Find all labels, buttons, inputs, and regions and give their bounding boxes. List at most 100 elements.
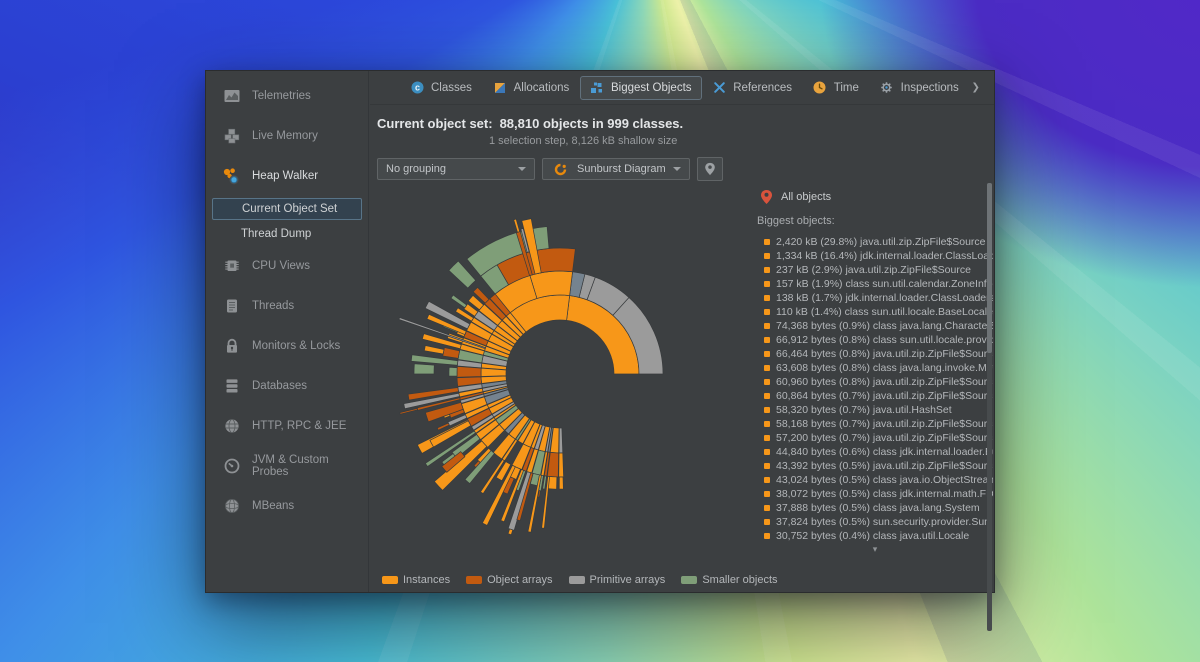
biggest-object-row[interactable]: 2,420 kB (29.8%) java.util.zip.ZipFile$S… <box>757 235 993 249</box>
legend-swatch <box>382 576 398 584</box>
sidebar-item-databases[interactable]: Databases <box>206 366 368 406</box>
sunburst-arc[interactable] <box>437 423 449 430</box>
biggest-object-label: 37,888 bytes (0.5%) class java.lang.Syst… <box>776 502 980 514</box>
biggest-objects-panel: All objects Biggest objects: 2,420 kB (2… <box>757 189 993 555</box>
biggest-object-label: 57,200 bytes (0.7%) java.util.zip.ZipFil… <box>776 432 993 444</box>
tab-classes[interactable]: cClasses <box>400 76 482 100</box>
biggest-object-row[interactable]: 37,824 bytes (0.5%) sun.security.provide… <box>757 515 993 529</box>
biggest-object-label: 66,912 bytes (0.8%) class sun.util.local… <box>776 334 993 346</box>
biggest-object-row[interactable]: 30,752 bytes (0.4%) class java.util.Loca… <box>757 529 993 543</box>
biggest-object-row[interactable]: 60,960 bytes (0.8%) java.util.zip.ZipFil… <box>757 375 993 389</box>
legend-label: Object arrays <box>487 574 552 586</box>
grouping-dropdown[interactable]: No grouping <box>377 158 535 180</box>
sidebar-item-label: Threads <box>252 300 294 312</box>
biggest-object-row[interactable]: 43,392 bytes (0.5%) java.util.zip.ZipFil… <box>757 459 993 473</box>
sunburst-arc[interactable] <box>424 346 444 354</box>
chevron-down-icon <box>518 167 526 171</box>
selection-detail: 1 selection step, 8,126 kB shallow size <box>489 135 994 147</box>
references-icon <box>712 81 726 95</box>
biggest-object-row[interactable]: 60,864 bytes (0.7%) java.util.zip.ZipFil… <box>757 389 993 403</box>
biggest-objects-heading: Biggest objects: <box>757 215 993 227</box>
sunburst-arc[interactable] <box>414 364 434 374</box>
toolbar: No grouping Sunburst Diagram <box>377 157 994 181</box>
biggest-object-row[interactable]: 110 kB (1.4%) class sun.util.locale.Base… <box>757 305 993 319</box>
biggest-object-row[interactable]: 138 kB (1.7%) jdk.internal.loader.ClassL… <box>757 291 993 305</box>
legend-item-smaller-objects: Smaller objects <box>681 574 777 586</box>
sidebar-item-http-rpc-jee[interactable]: HTTP, RPC & JEE <box>206 406 368 446</box>
sunburst-chart[interactable] <box>355 179 765 569</box>
sidebar-item-thread-dump[interactable]: Thread Dump <box>206 221 368 246</box>
object-bullet-icon <box>764 281 770 287</box>
sunburst-arc[interactable] <box>400 408 418 414</box>
sidebar-item-telemetries[interactable]: Telemetries <box>206 76 368 116</box>
chevron-right-icon[interactable]: ❯ <box>970 82 982 93</box>
all-objects-marker[interactable]: All objects <box>757 189 993 205</box>
scroll-more-indicator[interactable]: ▾ <box>757 544 993 555</box>
tab-label: Time <box>834 82 859 94</box>
tab-biggest-objects[interactable]: Biggest Objects <box>580 76 702 100</box>
diagram-type-dropdown[interactable]: Sunburst Diagram <box>542 158 690 180</box>
pin-button[interactable] <box>697 157 723 181</box>
sidebar-item-monitors-locks[interactable]: Monitors & Locks <box>206 326 368 366</box>
object-bullet-icon <box>764 505 770 511</box>
sunburst-arc[interactable] <box>559 428 563 453</box>
sunburst-arc[interactable] <box>530 271 573 298</box>
biggest-object-row[interactable]: 38,072 bytes (0.5%) class jdk.internal.m… <box>757 487 993 501</box>
biggest-object-label: 1,334 kB (16.4%) jdk.internal.loader.Cla… <box>776 250 993 262</box>
grouping-value: No grouping <box>386 163 446 175</box>
allocations-icon <box>493 81 507 95</box>
biggest-object-label: 43,024 bytes (0.5%) class java.io.Object… <box>776 474 993 486</box>
time-icon <box>813 81 827 95</box>
sidebar-item-jvm-custom-probes[interactable]: JVM & Custom Probes <box>206 446 368 486</box>
biggest-object-label: 43,392 bytes (0.5%) java.util.zip.ZipFil… <box>776 460 993 472</box>
sidebar-item-label: MBeans <box>252 500 294 512</box>
biggest-object-row[interactable]: 63,608 bytes (0.8%) class java.lang.invo… <box>757 361 993 375</box>
sidebar-item-current-object-set[interactable]: Current Object Set <box>212 198 362 220</box>
biggest-object-row[interactable]: 157 kB (1.9%) class sun.util.calendar.Zo… <box>757 277 993 291</box>
biggest-object-row[interactable]: 43,024 bytes (0.5%) class java.io.Object… <box>757 473 993 487</box>
sidebar-item-threads[interactable]: Threads <box>206 286 368 326</box>
sunburst-arc[interactable] <box>508 529 513 535</box>
sidebar-item-mbeans[interactable]: MBeans <box>206 486 368 526</box>
main-area: cClassesAllocationsBiggest ObjectsRefere… <box>370 71 994 592</box>
current-object-set-label: Current object set: <box>377 116 493 131</box>
object-set-header: Current object set:88,810 objects in 999… <box>377 116 994 147</box>
biggest-object-row[interactable]: 37,888 bytes (0.5%) class java.lang.Syst… <box>757 501 993 515</box>
sidebar-item-cpu-views[interactable]: CPU Views <box>206 246 368 286</box>
sidebar-item-heap-walker[interactable]: Heap Walker <box>206 156 368 196</box>
sunburst-arc[interactable] <box>457 366 481 377</box>
biggest-object-row[interactable]: 57,200 bytes (0.7%) java.util.zip.ZipFil… <box>757 431 993 445</box>
sunburst-arc[interactable] <box>559 453 564 477</box>
legend-item-object-arrays: Object arrays <box>466 574 552 586</box>
scrollbar[interactable] <box>987 183 992 631</box>
svg-text:c: c <box>414 83 419 93</box>
sunburst-arc[interactable] <box>559 477 563 489</box>
object-bullet-icon <box>764 309 770 315</box>
biggest-object-row[interactable]: 74,368 bytes (0.9%) class java.lang.Char… <box>757 319 993 333</box>
sidebar-item-live-memory[interactable]: Live Memory <box>206 116 368 156</box>
sunburst-arc[interactable] <box>443 347 460 358</box>
biggest-object-label: 157 kB (1.9%) class sun.util.calendar.Zo… <box>776 278 993 290</box>
tab-time[interactable]: Time <box>803 76 869 100</box>
biggest-object-row[interactable]: 58,320 bytes (0.7%) java.util.HashSet <box>757 403 993 417</box>
biggest-object-row[interactable]: 1,334 kB (16.4%) jdk.internal.loader.Cla… <box>757 249 993 263</box>
biggest-object-row[interactable]: 44,840 bytes (0.6%) class jdk.internal.l… <box>757 445 993 459</box>
biggest-object-row[interactable]: 237 kB (2.9%) java.util.zip.ZipFile$Sour… <box>757 263 993 277</box>
sunburst-arc[interactable] <box>481 368 506 376</box>
inspections-icon <box>880 81 894 95</box>
mbeans-sphere-icon <box>222 497 241 516</box>
tab-allocations[interactable]: Allocations <box>483 76 580 100</box>
sunburst-arc[interactable] <box>451 295 467 308</box>
tab-references[interactable]: References <box>702 76 802 100</box>
biggest-object-row[interactable]: 66,464 bytes (0.8%) java.util.zip.ZipFil… <box>757 347 993 361</box>
tab-inspections[interactable]: Inspections <box>870 76 969 100</box>
biggest-object-row[interactable]: 58,168 bytes (0.7%) java.util.zip.ZipFil… <box>757 417 993 431</box>
sunburst-arc[interactable] <box>449 367 457 376</box>
biggest-object-row[interactable]: 66,912 bytes (0.8%) class sun.util.local… <box>757 333 993 347</box>
object-bullet-icon <box>764 393 770 399</box>
scrollbar-thumb[interactable] <box>987 183 992 353</box>
sunburst-arc[interactable] <box>514 219 520 232</box>
chart-legend: InstancesObject arraysPrimitive arraysSm… <box>382 574 778 586</box>
classes-icon: c <box>410 81 424 95</box>
object-bullet-icon <box>764 407 770 413</box>
